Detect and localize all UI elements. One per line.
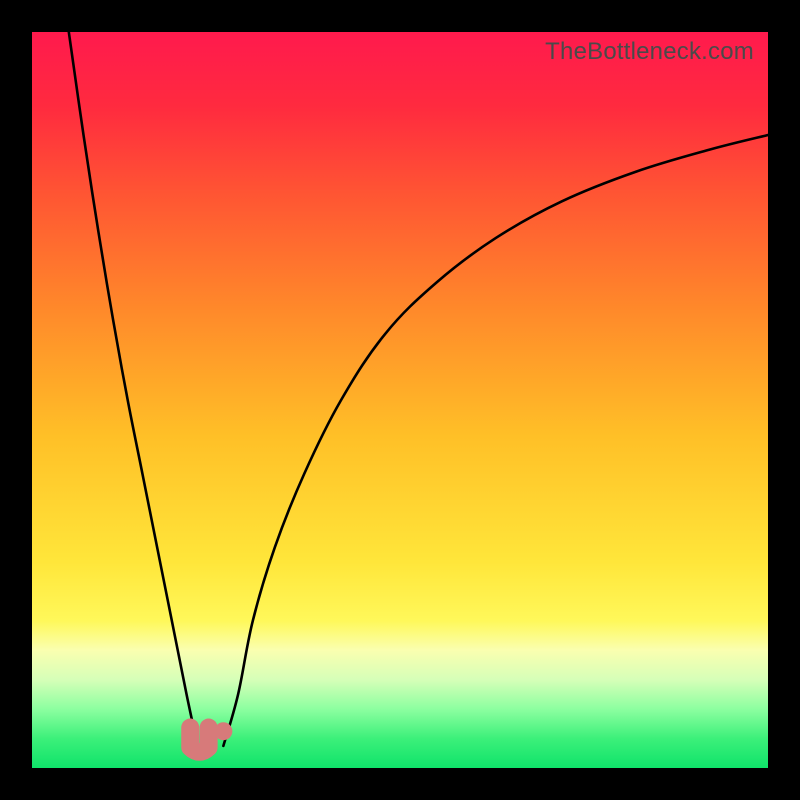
curve-left-branch <box>69 32 198 746</box>
site-watermark: TheBottleneck.com <box>545 38 754 66</box>
curve-right-branch <box>223 135 768 746</box>
outer-frame: TheBottleneck.com <box>0 0 800 800</box>
marker-right-dot <box>214 722 232 740</box>
marker-left-bump <box>190 728 208 752</box>
curve-layer <box>32 32 768 768</box>
plot-area: TheBottleneck.com <box>32 32 768 768</box>
